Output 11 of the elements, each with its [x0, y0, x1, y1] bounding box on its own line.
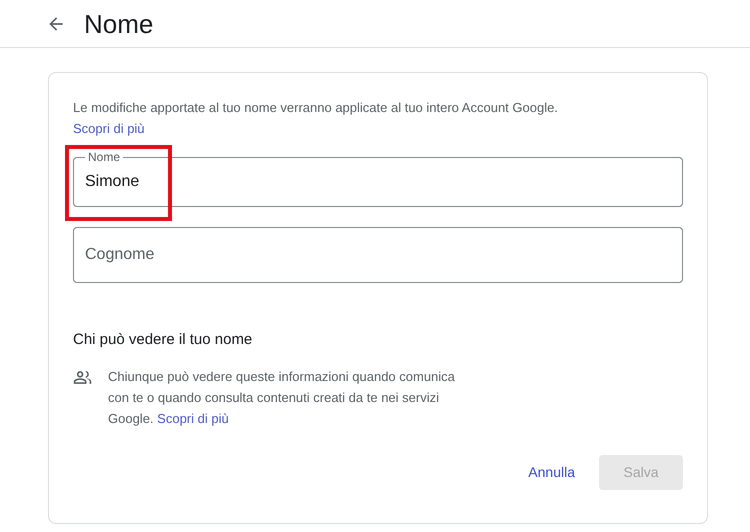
cancel-button[interactable]: Annulla [510, 454, 593, 490]
section-heading: Chi può vedere il tuo nome [73, 330, 254, 350]
text-input[interactable]: Simone [85, 170, 671, 194]
visibility-text: Chiunque può vedere queste informazioni quando comunica con te o quando consulta contenuti creati da te nei servizi Google. Scopri di più [108, 368, 456, 428]
text-input[interactable]: Cognome [85, 243, 671, 267]
text-field[interactable]: Nome Simone [73, 151, 683, 207]
text-field[interactable]: Cognome [73, 227, 683, 283]
learn-more-link[interactable]: Scopri di più [157, 410, 229, 426]
intro-text: Le modifiche apportate al tuo nome verranno applicate al tuo intero Account Google. Scopri di più [73, 99, 559, 138]
learn-more-link[interactable]: Scopri di più [73, 121, 145, 136]
page-title: Nome [84, 10, 154, 36]
